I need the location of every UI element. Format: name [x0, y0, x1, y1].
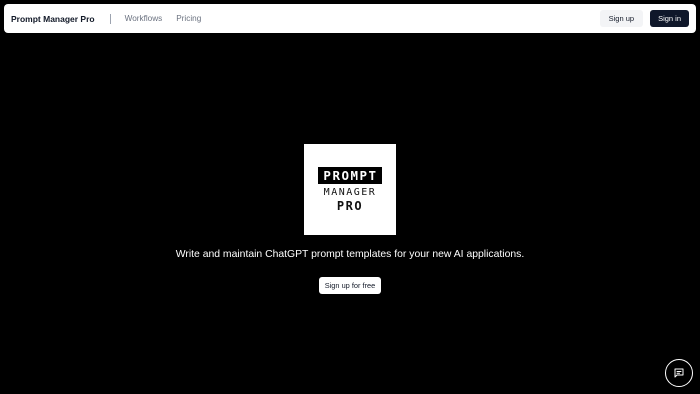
logo-text-manager: MANAGER: [323, 186, 377, 198]
brand-link[interactable]: Prompt Manager Pro: [11, 14, 95, 24]
chat-launcher-button[interactable]: [665, 359, 693, 387]
sign-up-free-button[interactable]: Sign up for free: [319, 277, 381, 294]
top-navbar: Prompt Manager Pro Workflows Pricing Sig…: [4, 4, 696, 33]
page: Prompt Manager Pro Workflows Pricing Sig…: [0, 0, 700, 394]
sign-in-button[interactable]: Sign in: [650, 10, 689, 27]
nav-divider: [109, 13, 111, 24]
nav-link-pricing[interactable]: Pricing: [176, 14, 201, 23]
hero-tagline: Write and maintain ChatGPT prompt templa…: [175, 249, 525, 260]
sign-up-button[interactable]: Sign up: [599, 10, 644, 27]
logo-text-prompt: PROMPT: [318, 166, 382, 184]
product-logo: PROMPT MANAGER PRO: [304, 144, 396, 235]
nav-link-workflows[interactable]: Workflows: [125, 14, 163, 23]
chat-bubble-icon: [674, 368, 684, 378]
logo-text-pro: PRO: [336, 198, 364, 213]
